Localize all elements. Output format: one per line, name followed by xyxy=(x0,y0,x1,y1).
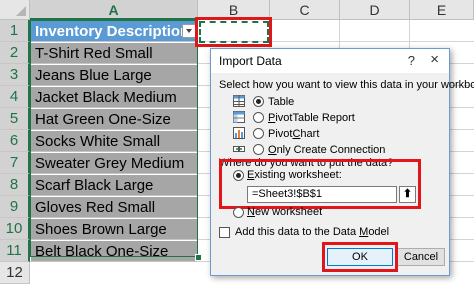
highlight-box-existing xyxy=(219,159,421,209)
column-header-e[interactable]: E xyxy=(410,0,474,20)
row-header-8[interactable]: 8 xyxy=(0,174,30,196)
row-header-2[interactable]: 2 xyxy=(0,42,30,64)
fill-handle[interactable] xyxy=(195,254,202,261)
row-header-5[interactable]: 5 xyxy=(0,108,30,130)
table-cell[interactable]: Hat Green One-Size xyxy=(31,109,197,130)
row-header-11[interactable]: 11 xyxy=(0,240,30,262)
dialog-title: Import Data xyxy=(219,54,282,68)
table-icon xyxy=(233,95,245,107)
pivottable-radio[interactable] xyxy=(253,112,264,123)
table-cell[interactable]: Jeans Blue Large xyxy=(31,65,197,86)
select-all-triangle-icon xyxy=(16,6,26,16)
filter-dropdown-icon[interactable] xyxy=(182,24,196,38)
highlight-box-cell-b1 xyxy=(195,17,272,47)
cell-a1[interactable]: Inventory Descriptions xyxy=(31,21,197,42)
table-cell[interactable]: Gloves Red Small xyxy=(31,197,197,218)
option-label: Only Create Connection xyxy=(268,144,386,156)
table-cell[interactable]: Socks White Small xyxy=(31,131,197,152)
table-header-label: Inventory Descriptions xyxy=(35,23,197,40)
view-prompt: Select how you want to view this data in… xyxy=(219,79,474,91)
pivottable-icon xyxy=(233,111,245,123)
table-cell[interactable]: Scarf Black Large xyxy=(31,175,197,196)
data-model-label: Add this data to the Data Model xyxy=(235,226,390,238)
column-header-a[interactable]: A xyxy=(30,0,198,20)
option-label: PivotChart xyxy=(268,128,320,140)
close-button[interactable]: × xyxy=(430,51,439,68)
column-header-c[interactable]: C xyxy=(270,0,340,20)
row-header-3[interactable]: 3 xyxy=(0,64,30,86)
data-model-checkbox[interactable] xyxy=(219,227,230,238)
row-header-4[interactable]: 4 xyxy=(0,86,30,108)
table-cell[interactable]: T-Shirt Red Small xyxy=(31,43,197,64)
pivotchart-radio[interactable] xyxy=(253,128,264,139)
table-cell[interactable]: Shoes Brown Large xyxy=(31,219,197,240)
row-header-9[interactable]: 9 xyxy=(0,196,30,218)
select-all-corner[interactable] xyxy=(0,0,30,20)
option-label: PivotTable Report xyxy=(268,112,355,124)
table-cell[interactable]: Jacket Black Medium xyxy=(31,87,197,108)
connection-radio[interactable] xyxy=(253,144,264,155)
row-header-10[interactable]: 10 xyxy=(0,218,30,240)
new-worksheet-label: New worksheet xyxy=(247,206,323,218)
column-header-d[interactable]: D xyxy=(340,0,410,20)
row-header-12[interactable]: 12 xyxy=(0,262,30,284)
connection-icon xyxy=(233,146,245,152)
option-label: Table xyxy=(268,96,295,108)
pivotchart-icon xyxy=(233,127,245,139)
row-header-1[interactable]: 1 xyxy=(0,20,30,42)
table-cell[interactable]: Sweater Grey Medium xyxy=(31,153,197,174)
import-data-dialog: Import Data ? × Select how you want to v… xyxy=(210,48,474,276)
new-worksheet-radio[interactable] xyxy=(233,207,244,218)
row-header-7[interactable]: 7 xyxy=(0,152,30,174)
table-cell[interactable]: Belt Black One-Size xyxy=(31,241,197,262)
table-radio[interactable] xyxy=(253,96,264,107)
row-header-6[interactable]: 6 xyxy=(0,130,30,152)
highlight-box-ok xyxy=(322,242,398,272)
dialog-titlebar[interactable]: Import Data ? × xyxy=(211,49,449,73)
cancel-button[interactable]: Cancel xyxy=(397,248,445,266)
help-button[interactable]: ? xyxy=(408,53,415,68)
